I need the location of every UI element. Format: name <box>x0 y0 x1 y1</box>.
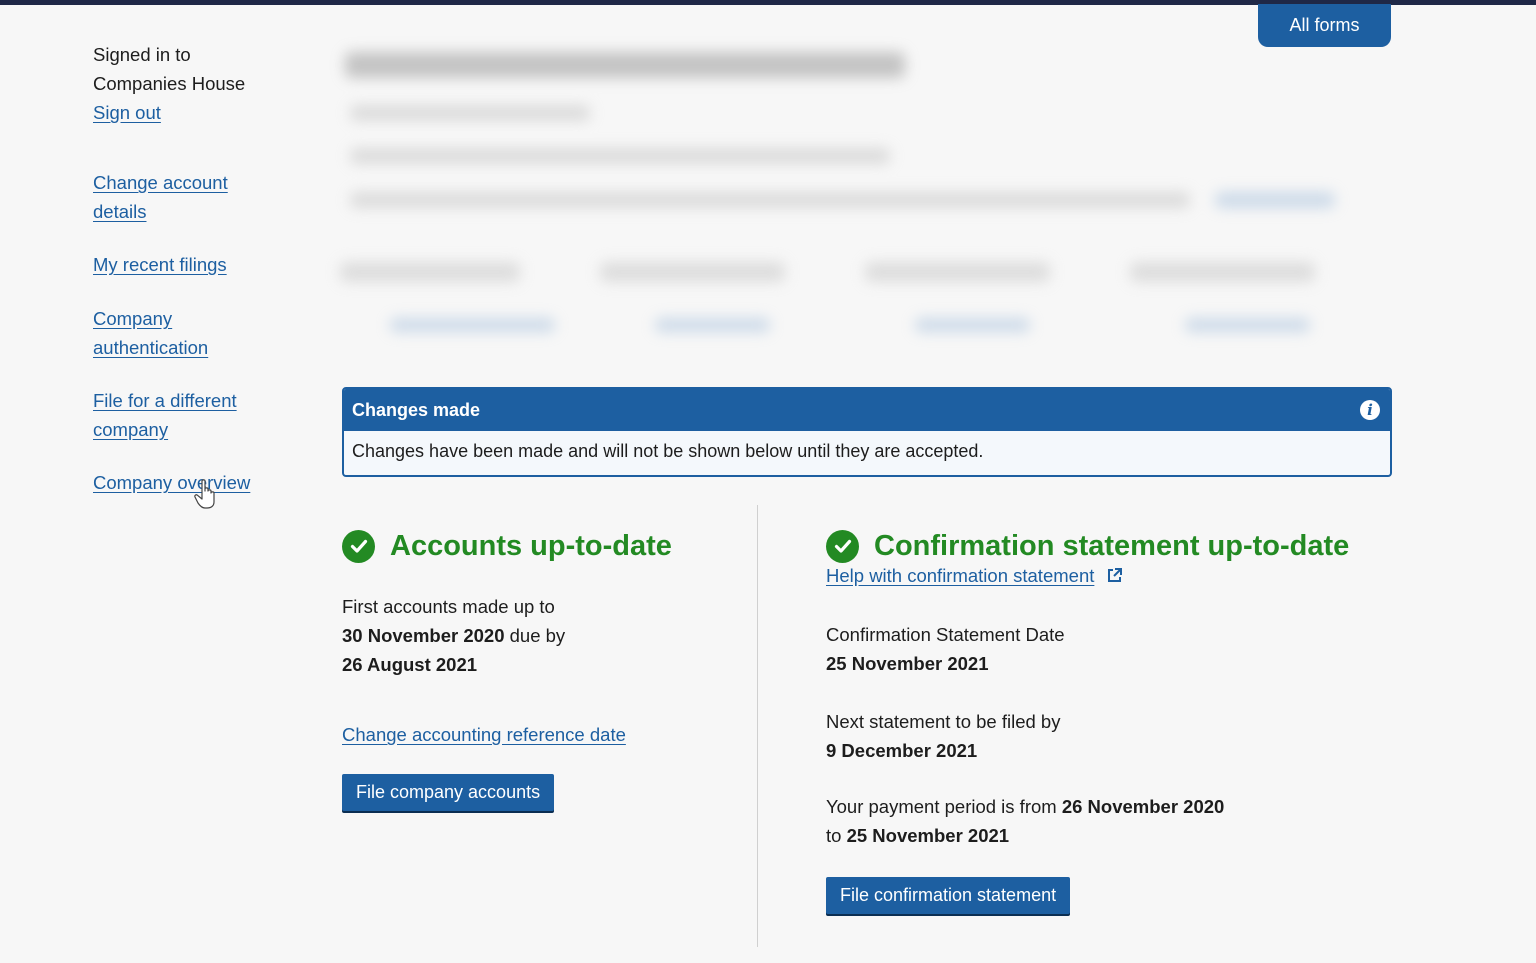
sidebar-item-label[interactable]: authentication <box>93 333 283 362</box>
hand-pointer-icon <box>194 479 215 509</box>
sidebar-item-label[interactable]: My recent filings <box>93 250 283 279</box>
file-confirmation-statement-button[interactable]: File confirmation statement <box>826 877 1071 914</box>
confirmation-panel: Confirmation statement up-to-date Help w… <box>826 529 1386 914</box>
help-confirmation-statement-link[interactable]: Help with confirmation statement <box>826 565 1094 586</box>
sidebar-item-my-recent-filings[interactable]: My recent filings <box>93 250 283 279</box>
next-statement-label: Next statement to be filed by <box>826 711 1061 732</box>
sidebar-item-label[interactable]: File for a different <box>93 386 283 415</box>
due-by-label: due by <box>509 625 566 646</box>
check-circle-icon <box>826 529 859 563</box>
banner-message: Changes have been made and will not be s… <box>352 441 984 461</box>
sidebar-item-label[interactable]: Company <box>93 304 283 333</box>
accounts-heading-text: Accounts up-to-date <box>390 529 672 562</box>
external-link-icon <box>1107 568 1122 582</box>
confirmation-date-label: Confirmation Statement Date <box>826 624 1065 645</box>
signed-in-line-1: Signed in to <box>93 44 191 65</box>
accounts-due-line: 30 November 2020 due by <box>342 621 742 650</box>
changes-made-banner: Changes made i Changes have been made an… <box>342 387 1392 477</box>
confirmation-status-heading: Confirmation statement up-to-date <box>826 529 1386 563</box>
payment-period-prefix: Your payment period is from <box>826 796 1057 817</box>
payment-period-from: 26 November 2020 <box>1061 796 1225 817</box>
payment-period-to-label: to <box>826 825 842 846</box>
confirmation-date-value: 25 November 2021 <box>826 653 989 674</box>
sidebar-item-file-for-different-company[interactable]: File for a different company <box>93 386 283 444</box>
accounts-made-up-label: First accounts made up to <box>342 596 555 617</box>
blurred-company-header <box>310 10 1390 375</box>
accounts-due-date: 26 August 2021 <box>342 654 478 675</box>
sidebar-item-label[interactable]: Change account <box>93 168 283 197</box>
accounts-panel: Accounts up-to-date First accounts made … <box>342 529 742 811</box>
all-forms-button[interactable]: All forms <box>1258 4 1391 47</box>
payment-period-to: 25 November 2021 <box>846 825 1010 846</box>
signed-in-line-2: Companies House <box>93 73 246 94</box>
info-icon: i <box>1360 400 1380 420</box>
sidebar-item-label[interactable]: details <box>93 197 283 226</box>
payment-period-line: Your payment period is from 26 November … <box>826 792 1386 821</box>
sidebar-item-company-authentication[interactable]: Company authentication <box>93 304 283 362</box>
file-company-accounts-button[interactable]: File company accounts <box>342 774 555 811</box>
sidebar-item-company-overview[interactable]: Company overview <box>93 468 283 497</box>
sidebar-item-change-account-details[interactable]: Change account details <box>93 168 283 226</box>
confirmation-heading-text: Confirmation statement up-to-date <box>874 529 1350 562</box>
change-accounting-reference-date-link[interactable]: Change accounting reference date <box>342 724 626 745</box>
sidebar-item-label[interactable]: Company overview <box>93 468 283 497</box>
accounts-status-heading: Accounts up-to-date <box>342 529 742 563</box>
next-statement-date: 9 December 2021 <box>826 740 978 761</box>
check-circle-icon <box>342 529 375 563</box>
sidebar-item-label[interactable]: company <box>93 415 283 444</box>
sidebar-account: Signed in to Companies House Sign out <box>93 40 283 127</box>
accounts-made-up-date: 30 November 2020 <box>342 625 505 646</box>
banner-header: Changes made i <box>344 389 1390 431</box>
column-divider <box>757 505 758 947</box>
banner-title: Changes made <box>352 399 481 420</box>
sign-out-link[interactable]: Sign out <box>93 98 283 127</box>
